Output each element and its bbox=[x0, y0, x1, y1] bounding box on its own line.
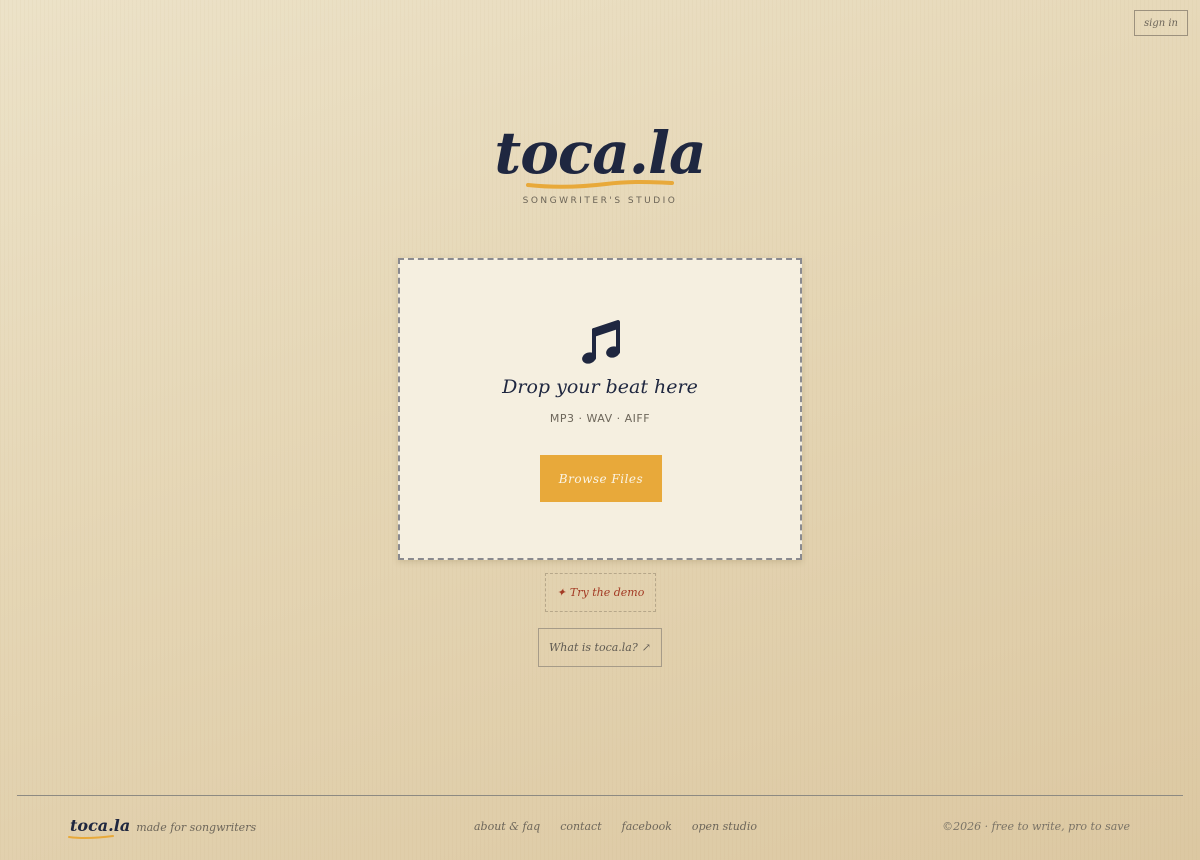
supported-formats: MP3 · WAV · AIFF bbox=[549, 412, 651, 425]
footer-logo[interactable]: toca.la bbox=[68, 816, 130, 840]
sparkle-icon: ✦ bbox=[556, 586, 566, 599]
file-dropzone[interactable]: Drop your beat here MP3 · WAV · AIFF Bro… bbox=[398, 258, 802, 560]
external-link-icon: ↗ bbox=[641, 641, 651, 654]
what-is-label: What is toca.la? bbox=[549, 641, 638, 654]
logo: toca.la bbox=[494, 119, 706, 187]
footer-brand: toca.la made for songwriters bbox=[68, 816, 257, 840]
tagline: SONGWRITER'S STUDIO bbox=[522, 196, 678, 206]
footer-tagline: made for songwriters bbox=[136, 821, 257, 834]
brand-header: toca.la SONGWRITER'S STUDIO bbox=[0, 120, 1200, 206]
music-note-icon bbox=[582, 320, 620, 364]
footer-logo-underline bbox=[68, 835, 114, 840]
dropzone-title: Drop your beat here bbox=[502, 376, 698, 398]
footer-link-open-studio[interactable]: open studio bbox=[692, 820, 757, 833]
footer-link-about[interactable]: about & faq bbox=[474, 820, 540, 833]
try-demo-label: Try the demo bbox=[569, 586, 645, 599]
what-is-link[interactable]: What is toca.la? ↗ bbox=[538, 628, 662, 667]
footer-link-contact[interactable]: contact bbox=[560, 820, 601, 833]
sign-in-button[interactable]: sign in bbox=[1134, 10, 1188, 36]
footer-nav: about & faq contact facebook open studio bbox=[474, 820, 757, 833]
try-demo-button[interactable]: ✦ Try the demo bbox=[545, 573, 656, 612]
footer-divider bbox=[17, 795, 1183, 796]
copyright: ©2026 · free to write, pro to save bbox=[942, 820, 1130, 833]
logo-underline bbox=[526, 180, 674, 189]
footer-link-facebook[interactable]: facebook bbox=[622, 820, 672, 833]
browse-files-button[interactable]: Browse Files bbox=[540, 455, 662, 502]
